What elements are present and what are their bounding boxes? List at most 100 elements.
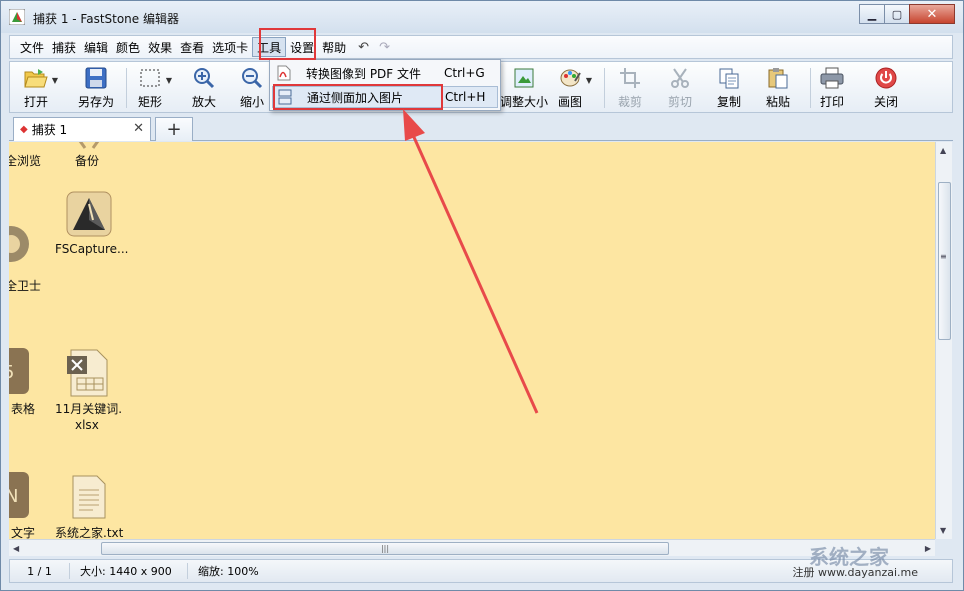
desktop-label-guard: 全卫士 [9,279,42,293]
crop-button[interactable]: 裁剪 [618,66,642,110]
resize-button[interactable]: 调整大小 [500,66,548,110]
zoom-out-button[interactable]: 缩小 [240,66,264,110]
redo-icon[interactable]: ↷ [379,40,390,55]
close-button[interactable]: 关闭 [874,66,898,110]
vertical-scroll-thumb[interactable] [938,182,951,340]
status-zoom: 缩放: 100% [198,565,259,578]
crop-icon [618,66,642,90]
save-as-button[interactable]: 另存为 [78,66,114,110]
fscapture-icon [66,191,112,237]
close-window-button[interactable]: ✕ [909,4,955,24]
new-tab-button[interactable]: + [155,117,193,141]
scissors-icon [668,66,692,90]
join-side-images-shortcut: Ctrl+H [445,90,486,104]
desktop-label-txt: 系统之家.txt [55,526,124,539]
editor-window: 捕获 1 - FastStone 编辑器 ▁ ▢ ✕ 文件 捕获 编辑 颜色 效… [0,0,964,591]
minimize-icon: ▁ [867,7,877,21]
menu-help[interactable]: 帮助 [318,37,350,57]
printer-icon [820,66,844,90]
paste-label: 粘贴 [766,95,791,109]
spreadsheet-app-icon: 5 [9,348,29,394]
txt-file-icon [72,475,106,519]
tab-diamond-icon: ◆ [20,124,28,135]
rectangle-select-button[interactable]: 矩形 ▼ [138,66,172,110]
draw-button[interactable]: 画图 ▼ [558,66,592,110]
menu-effects[interactable]: 效果 [144,37,176,57]
undo-icon[interactable]: ↶ [358,40,369,55]
horizontal-scroll-thumb[interactable]: ||| [101,542,669,555]
desktop-label-xlsx-line1: 11月关键词. [55,402,123,416]
title-bar: 捕获 1 - FastStone 编辑器 ▁ ▢ ✕ [1,1,963,33]
toolbar-separator [810,68,811,108]
desktop-label-backup: 备份 [75,154,100,168]
tab-close-icon[interactable]: ✕ [133,121,144,136]
desktop-label-browse: 全浏览 [9,154,42,168]
annotation-arrow [403,109,539,414]
minimize-button[interactable]: ▁ [859,4,885,24]
clipboard-paste-icon [766,66,790,90]
desktop-label-xlsx-line2: xlsx [75,418,99,432]
zoom-in-button[interactable]: 放大 [192,66,216,110]
xlsx-file-icon [67,349,108,397]
resize-image-icon [512,66,536,90]
svg-text:N: N [9,486,18,507]
menu-view[interactable]: 查看 [176,37,208,57]
floppy-disk-icon [84,66,108,90]
close-label: 关闭 [874,95,899,109]
horizontal-scrollbar[interactable]: ◀ ||| ▶ [9,539,935,556]
paste-button[interactable]: 粘贴 [766,66,790,110]
print-label: 打印 [820,95,845,109]
draw-dropdown-icon[interactable]: ▼ [586,76,592,85]
rectangle-select-icon [138,66,162,90]
convert-to-pdf-shortcut: Ctrl+G [444,66,485,80]
maximize-button[interactable]: ▢ [884,4,910,24]
rect-label: 矩形 [138,95,163,109]
status-size: 大小: 1440 x 900 [70,563,188,579]
palette-icon [558,66,582,90]
scroll-up-icon[interactable]: ▲ [940,146,946,155]
tools-menu-highlight [259,28,316,60]
menu-file[interactable]: 文件 [16,37,48,57]
cut-button[interactable]: 剪切 [668,66,692,110]
tab-capture-1[interactable]: ◆ 捕获 1 ✕ [13,117,151,141]
menu-edit[interactable]: 编辑 [80,37,112,57]
maximize-icon: ▢ [891,7,903,21]
open-button[interactable]: 打开 ▼ [24,66,58,110]
menu-capture[interactable]: 捕获 [48,37,80,57]
desktop-label-text: 文字 [11,526,36,539]
zoom-out-icon [240,66,264,90]
desktop-label-fscapture: FSCapture... [55,242,129,256]
toolbar-separator [604,68,605,108]
security-guard-icon [9,226,29,262]
menu-tabs[interactable]: 选项卡 [208,37,252,57]
tab-label: 捕获 1 [31,123,68,137]
svg-text:5: 5 [9,362,14,383]
desktop-label-table: 表格 [11,402,36,416]
vertical-grip-icon: ≡ [940,252,947,261]
power-icon [874,66,898,90]
window-controls: ▁ ▢ ✕ [859,4,955,24]
menu-color[interactable]: 颜色 [112,37,144,57]
pdf-icon [274,65,294,81]
copy-label: 复制 [717,95,742,109]
save-as-label: 另存为 [78,95,115,109]
convert-to-pdf-label: 转换图像到 PDF 文件 [306,66,422,81]
crop-label: 裁剪 [618,95,643,109]
print-button[interactable]: 打印 [820,66,844,110]
menu-bar: 文件 捕获 编辑 颜色 效果 查看 选项卡 工具 设置 帮助 ↶ ↷ [9,35,953,59]
cut-label: 剪切 [668,95,693,109]
toolbar-separator [126,68,127,108]
rect-dropdown-icon[interactable]: ▼ [166,76,172,85]
open-dropdown-icon[interactable]: ▼ [52,76,58,85]
vertical-scrollbar[interactable]: ▲ ≡ ▼ [935,142,952,539]
menu-item-convert-to-pdf[interactable]: 转换图像到 PDF 文件 Ctrl+G [272,62,498,84]
copy-icon [717,66,741,90]
zoom-in-icon [192,66,216,90]
scroll-left-icon[interactable]: ◀ [13,544,19,553]
folder-open-icon [24,66,48,90]
draw-label: 画图 [558,95,583,109]
watermark-logo: 系统之家 [809,545,889,569]
close-icon: ✕ [926,6,938,22]
scroll-down-icon[interactable]: ▼ [940,526,946,535]
copy-button[interactable]: 复制 [717,66,741,110]
